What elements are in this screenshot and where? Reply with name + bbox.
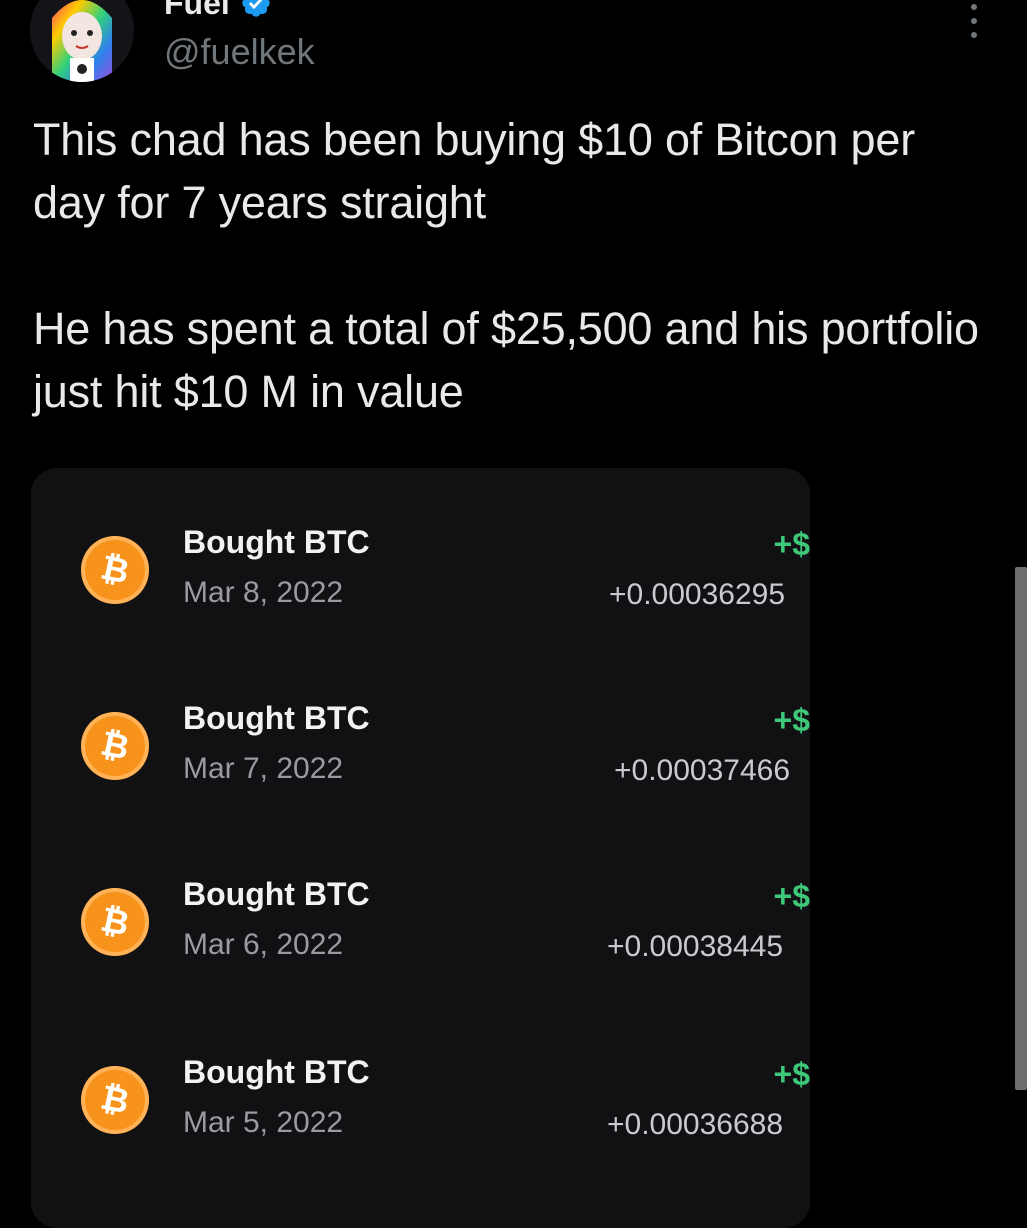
transaction-title: Bought BTC [183, 1054, 370, 1090]
more-dot [971, 4, 977, 10]
tweet-media-image[interactable]: ₿ Bought BTC Mar 8, 2022 +$ +0.00036295 … [31, 468, 810, 1228]
transaction-title: Bought BTC [183, 524, 370, 560]
transaction-usd-amount: +$ [773, 702, 810, 738]
transaction-title: Bought BTC [183, 700, 370, 736]
transaction-title: Bought BTC [183, 876, 370, 912]
transaction-btc-amount: +0.00036295 [609, 578, 786, 611]
tweet-paragraph: This chad has been buying $10 of Bitcon … [33, 114, 915, 228]
avatar[interactable] [30, 0, 134, 82]
transaction-date: Mar 7, 2022 [183, 752, 344, 785]
transaction-row: ₿ Bought BTC Mar 6, 2022 +$ +0.00038445 [31, 858, 810, 968]
transaction-usd-amount: +$ [773, 526, 810, 562]
author-name-row[interactable]: Fuel [164, 0, 272, 20]
author-display-name[interactable]: Fuel [164, 0, 230, 20]
transaction-date: Mar 5, 2022 [183, 1106, 344, 1139]
bitcoin-icon: ₿ [74, 705, 156, 787]
transaction-row: ₿ Bought BTC Mar 5, 2022 +$ +0.00036688 [31, 1036, 810, 1146]
transaction-row: ₿ Bought BTC Mar 8, 2022 +$ +0.00036295 [31, 506, 810, 616]
tweet-text: This chad has been buying $10 of Bitcon … [33, 108, 993, 423]
transaction-date: Mar 6, 2022 [183, 928, 344, 961]
bitcoin-icon: ₿ [74, 881, 156, 963]
tweet-paragraph: He has spent a total of $25,500 and his … [33, 303, 979, 417]
scrollbar-thumb[interactable] [1015, 567, 1027, 1090]
more-dot [971, 32, 977, 38]
verified-badge-icon [240, 0, 272, 19]
author-handle[interactable]: @fuelkek [164, 30, 315, 74]
transaction-btc-amount: +0.00037466 [614, 754, 791, 787]
bitcoin-icon: ₿ [74, 529, 156, 611]
more-dot [971, 18, 977, 24]
transaction-btc-amount: +0.00038445 [607, 930, 784, 963]
more-vertical-icon[interactable] [962, 4, 986, 38]
transaction-usd-amount: +$ [773, 878, 810, 914]
transaction-date: Mar 8, 2022 [183, 576, 344, 609]
avatar-image [30, 0, 134, 82]
bitcoin-icon: ₿ [74, 1059, 156, 1141]
transaction-btc-amount: +0.00036688 [607, 1108, 784, 1141]
transaction-usd-amount: +$ [773, 1056, 810, 1092]
transaction-row: ₿ Bought BTC Mar 7, 2022 +$ +0.00037466 [31, 682, 810, 792]
